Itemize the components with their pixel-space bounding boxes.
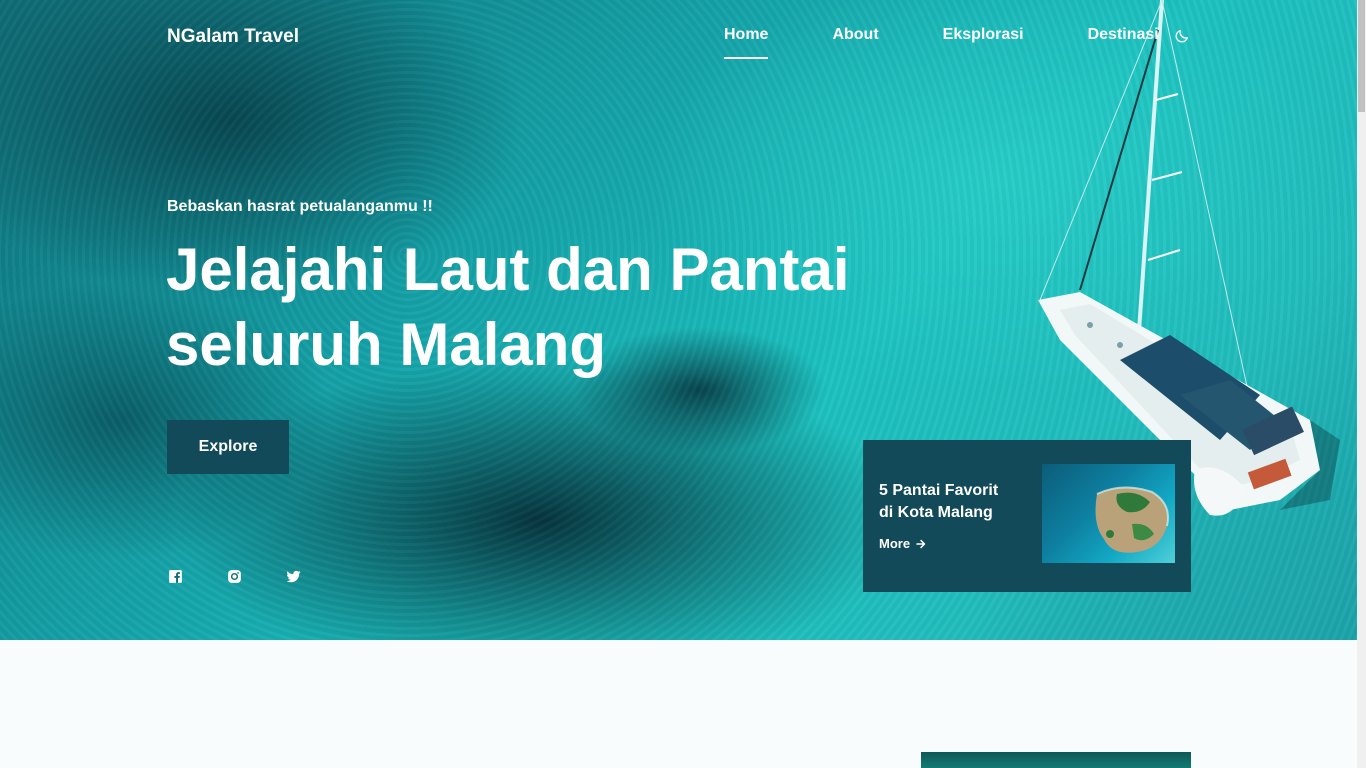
card-title-line2: di Kota Malang [879,504,993,521]
nav-item-eksplorasi[interactable]: Eksplorasi [943,26,1024,44]
hero-headline: Jelajahi Laut dan Pantai seluruh Malang [166,232,926,382]
card-more-label: More [879,536,911,551]
featured-card[interactable]: 5 Pantai Favorit di Kota Malang More [863,440,1191,592]
instagram-icon[interactable] [226,568,243,585]
card-more-link[interactable]: More [879,536,927,551]
hero-headline-line1: Jelajahi Laut dan Pantai [166,236,850,303]
page: NGalam Travel Home About Eksplorasi Dest… [0,0,1366,768]
arrow-right-icon [916,539,926,548]
island-image [1095,486,1169,553]
nav-item-destinasi[interactable]: Destinasi [1088,26,1159,44]
scrollbar[interactable] [1357,0,1366,768]
scrollbar-thumb[interactable] [1358,0,1365,112]
card-title-line1: 5 Pantai Favorit [879,482,999,499]
nav-item-about[interactable]: About [832,26,878,44]
social-links [167,568,302,585]
moon-icon[interactable] [1174,28,1190,44]
card-thumbnail-image[interactable] [1042,464,1175,563]
section-image [921,752,1191,768]
explore-button[interactable]: Explore [167,420,289,474]
twitter-icon[interactable] [285,568,302,585]
facebook-icon[interactable] [167,568,184,585]
hero-subtitle: Bebaskan hasrat petualanganmu !! [167,198,433,215]
card-title: 5 Pantai Favorit di Kota Malang [879,480,1029,524]
brand-logo[interactable]: NGalam Travel [167,26,299,48]
hero-headline-line2: seluruh Malang [166,311,607,378]
hero-section: NGalam Travel Home About Eksplorasi Dest… [0,0,1357,640]
main-nav: Home About Eksplorasi Destinasi [724,26,1159,59]
nav-item-home[interactable]: Home [724,26,769,59]
